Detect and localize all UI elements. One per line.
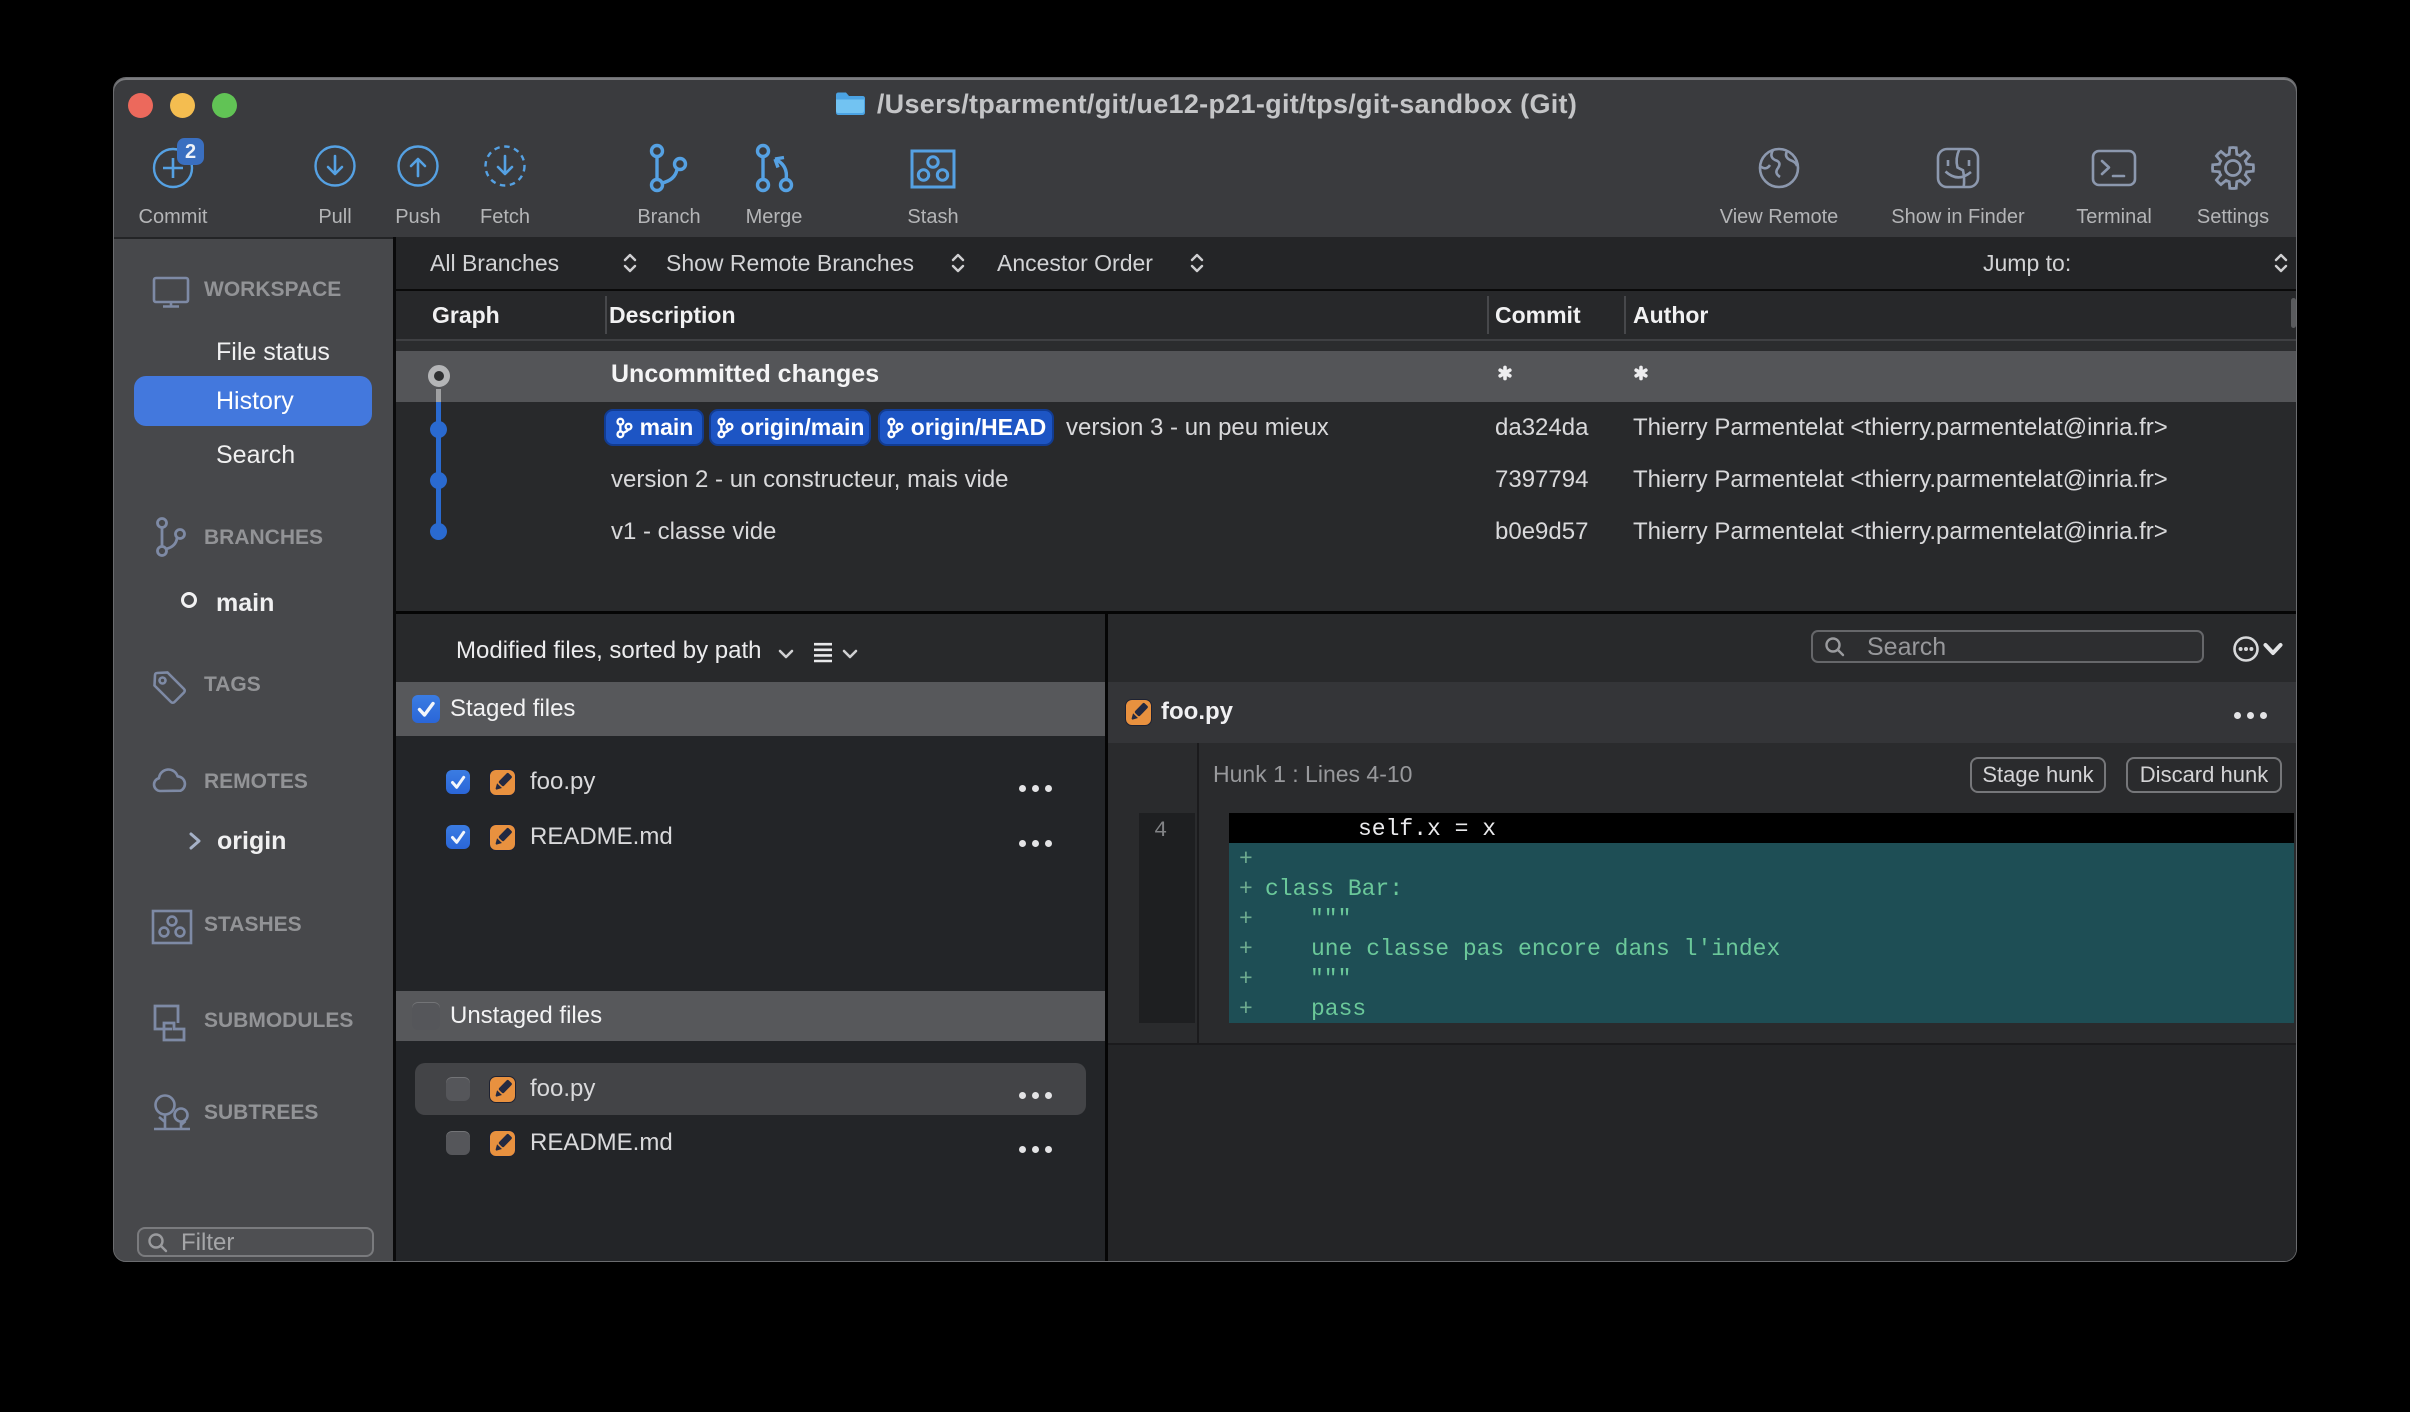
svg-text:2: 2 bbox=[185, 141, 196, 163]
